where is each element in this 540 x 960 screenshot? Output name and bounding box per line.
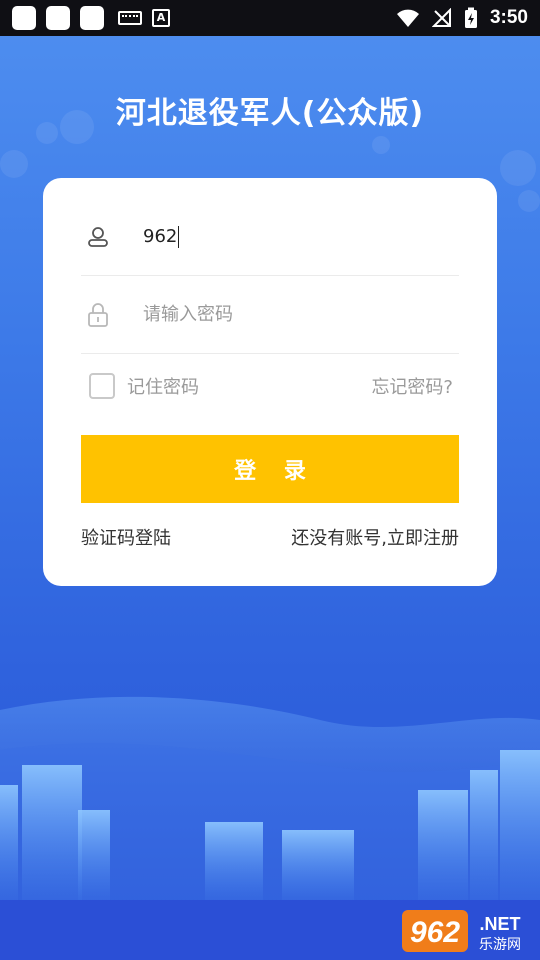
app-title: 河北退役军人(公众版) bbox=[115, 96, 425, 131]
user-icon bbox=[85, 224, 111, 250]
decor-bubble bbox=[500, 150, 536, 186]
register-link[interactable]: 还没有账号,立即注册 bbox=[291, 524, 459, 550]
remember-password-checkbox[interactable] bbox=[89, 373, 115, 399]
forgot-password-link[interactable]: 忘记密码? bbox=[371, 373, 453, 399]
no-signal-icon bbox=[431, 8, 451, 27]
site-watermark-logo: 962 .NET 乐游网 bbox=[402, 910, 521, 953]
login-card: 962 记住密码 忘记密码? 登 录 验证码登陆 还没有账号,立即注册 bbox=[43, 178, 497, 586]
lock-icon bbox=[85, 302, 111, 328]
decor-bubble bbox=[0, 150, 28, 178]
login-button[interactable]: 登 录 bbox=[81, 435, 459, 503]
watermark-number: 962 bbox=[410, 916, 460, 949]
notification-app-icon bbox=[46, 6, 70, 30]
notification-app-icon bbox=[80, 6, 104, 30]
battery-charging-icon bbox=[464, 7, 477, 28]
decor-skyline bbox=[0, 696, 540, 900]
username-value: 962 bbox=[143, 226, 178, 247]
clock: 3:50 bbox=[489, 7, 528, 28]
keyboard-icon bbox=[118, 11, 142, 25]
decor-bubble bbox=[372, 136, 390, 154]
remember-password-label[interactable]: 记住密码 bbox=[127, 373, 199, 399]
wifi-icon bbox=[396, 9, 419, 27]
status-bar: A 3:50 bbox=[0, 0, 540, 36]
username-row: 962 bbox=[81, 198, 459, 276]
decor-bubble bbox=[518, 190, 540, 212]
notification-app-icon bbox=[12, 6, 36, 30]
username-field[interactable]: 962 bbox=[143, 225, 180, 248]
watermark-subtitle: 乐游网 bbox=[479, 937, 521, 953]
login-options: 记住密码 忘记密码? bbox=[89, 370, 453, 402]
password-input[interactable] bbox=[143, 304, 443, 325]
sms-login-link[interactable]: 验证码登陆 bbox=[81, 524, 171, 550]
password-row bbox=[81, 276, 459, 354]
auth-links: 验证码登陆 还没有账号,立即注册 bbox=[81, 524, 459, 550]
font-a-icon: A bbox=[152, 9, 170, 27]
watermark-suffix: .NET bbox=[479, 914, 520, 934]
text-cursor bbox=[178, 225, 180, 248]
